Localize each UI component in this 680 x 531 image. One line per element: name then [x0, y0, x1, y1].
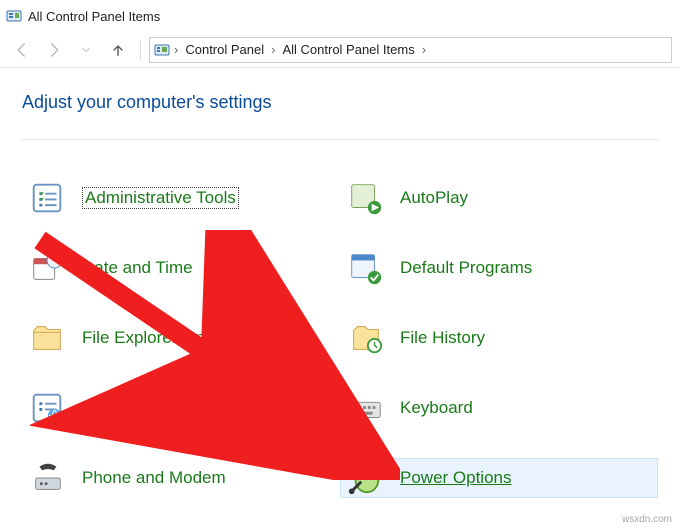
window-title: All Control Panel Items: [28, 9, 160, 24]
column-left: Administrative Tools Date and Time File …: [22, 178, 340, 498]
chevron-right-icon[interactable]: ›: [269, 42, 277, 57]
control-panel-icon: [6, 8, 22, 24]
item-label: AutoPlay: [400, 188, 468, 208]
back-button[interactable]: [8, 36, 36, 64]
recent-dropdown[interactable]: [72, 36, 100, 64]
item-label: Date and Time: [82, 258, 193, 278]
phone-modem-icon: [28, 459, 66, 497]
item-internet-options[interactable]: Internet Options: [22, 388, 340, 428]
column-right: AutoPlay Default Programs File History: [340, 178, 658, 498]
default-programs-icon: [346, 249, 384, 287]
item-power-options[interactable]: Power Options: [340, 458, 658, 498]
item-phone-and-modem[interactable]: Phone and Modem: [22, 458, 340, 498]
item-label: Administrative Tools: [82, 187, 239, 209]
item-label: File Explorer Options: [82, 328, 241, 348]
divider: [140, 40, 141, 60]
item-label: Phone and Modem: [82, 468, 226, 488]
breadcrumb-control-panel[interactable]: Control Panel: [182, 42, 267, 57]
items-grid: Administrative Tools Date and Time File …: [22, 140, 658, 498]
control-panel-small-icon: [154, 42, 170, 58]
forward-button[interactable]: [40, 36, 68, 64]
keyboard-icon: [346, 389, 384, 427]
item-file-history[interactable]: File History: [340, 318, 658, 358]
file-history-icon: [346, 319, 384, 357]
watermark: wsxdn.com: [622, 514, 672, 525]
item-file-explorer-options[interactable]: File Explorer Options: [22, 318, 340, 358]
power-options-icon: [346, 459, 384, 497]
item-label: Keyboard: [400, 398, 473, 418]
item-label: Power Options: [400, 468, 512, 488]
item-keyboard[interactable]: Keyboard: [340, 388, 658, 428]
autoplay-icon: [346, 179, 384, 217]
content-area: Adjust your computer's settings Administ…: [0, 68, 680, 508]
item-label: Default Programs: [400, 258, 532, 278]
chevron-right-icon[interactable]: ›: [420, 42, 428, 57]
item-date-and-time[interactable]: Date and Time: [22, 248, 340, 288]
folder-options-icon: [28, 319, 66, 357]
item-administrative-tools[interactable]: Administrative Tools: [22, 178, 340, 218]
titlebar: All Control Panel Items: [0, 0, 680, 32]
page-heading: Adjust your computer's settings: [22, 92, 658, 140]
item-default-programs[interactable]: Default Programs: [340, 248, 658, 288]
up-button[interactable]: [104, 36, 132, 64]
date-time-icon: [28, 249, 66, 287]
navbar: › Control Panel › All Control Panel Item…: [0, 32, 680, 68]
address-bar[interactable]: › Control Panel › All Control Panel Item…: [149, 37, 672, 63]
chevron-right-icon[interactable]: ›: [172, 42, 180, 57]
admin-tools-icon: [28, 179, 66, 217]
item-label: Internet Options: [82, 398, 203, 418]
item-label: File History: [400, 328, 485, 348]
breadcrumb-all-items[interactable]: All Control Panel Items: [279, 42, 417, 57]
item-autoplay[interactable]: AutoPlay: [340, 178, 658, 218]
internet-options-icon: [28, 389, 66, 427]
